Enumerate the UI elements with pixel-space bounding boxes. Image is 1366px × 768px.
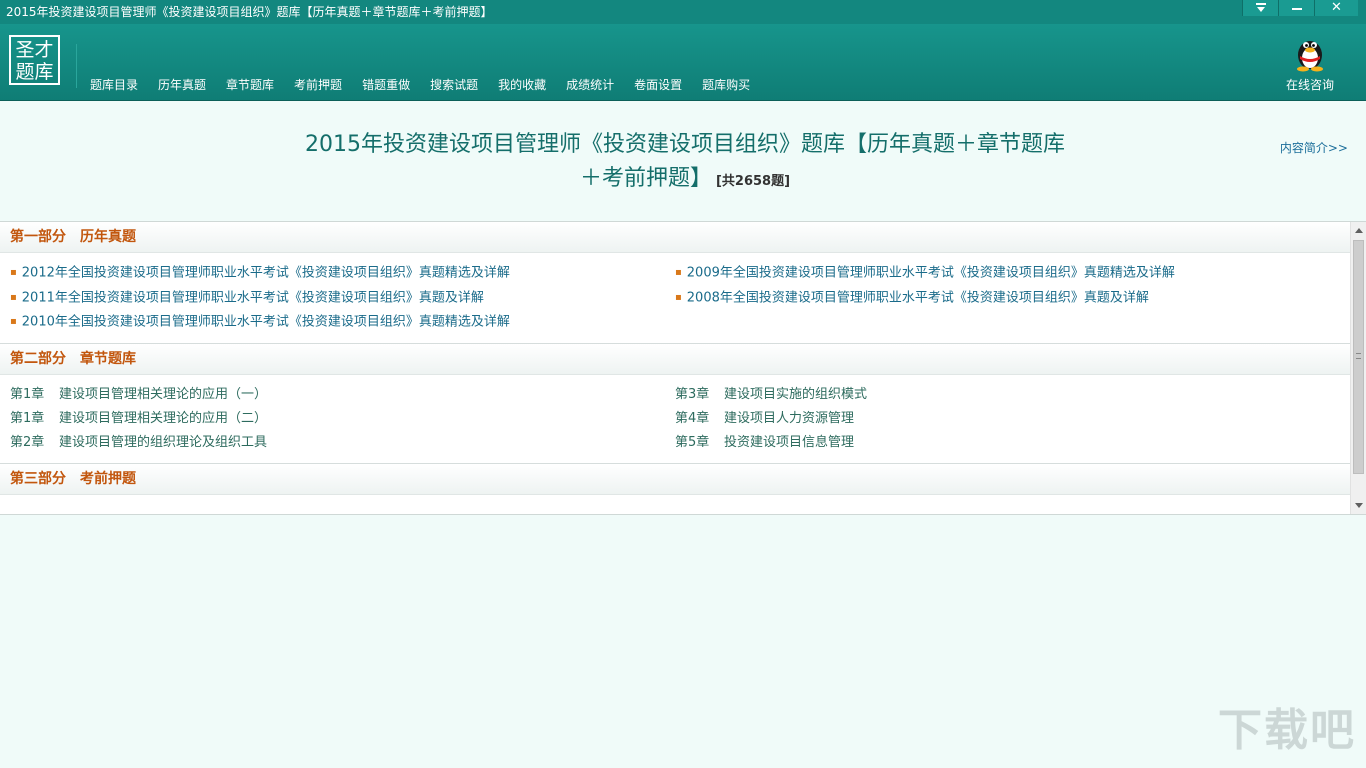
- minimize-button[interactable]: [1278, 0, 1314, 16]
- section-name: 历年真题: [80, 229, 136, 245]
- section-body-mock-exams: [0, 495, 1350, 507]
- scroll-down-arrow-icon[interactable]: [1355, 503, 1363, 508]
- nav-item-redo-errors[interactable]: 错题重做: [352, 74, 420, 95]
- app-logo: 圣才 题库: [9, 35, 60, 85]
- window-titlebar: 2015年投资建设项目管理师《投资建设项目组织》题库【历年真题＋章节题库＋考前押…: [0, 0, 1366, 24]
- scrollbar-thumb[interactable]: [1353, 240, 1364, 474]
- nav-item-chapter-bank[interactable]: 章节题库: [216, 74, 284, 95]
- content-intro-link[interactable]: 内容简介>>: [1280, 139, 1348, 156]
- section-name: 考前押题: [80, 470, 136, 487]
- logo-line1: 圣才: [15, 39, 54, 61]
- window-controls: ✕: [1242, 0, 1358, 16]
- nav-item-past-exams[interactable]: 历年真题: [148, 74, 216, 95]
- close-icon: ✕: [1331, 0, 1342, 15]
- section-heading-mock-exams[interactable]: 第三部分 考前押题: [0, 463, 1350, 495]
- nav-item-mock-exams[interactable]: 考前押题: [284, 74, 352, 95]
- qq-penguin-icon: [1293, 32, 1327, 72]
- chapter-title: 建设项目管理的组织理论及组织工具: [59, 434, 268, 450]
- section-part: 第三部分: [10, 470, 66, 487]
- chapter-item[interactable]: 第3章 建设项目实施的组织模式: [665, 385, 1350, 405]
- list-item[interactable]: ▪ 2009年全国投资建设项目管理师职业水平考试《投资建设项目组织》真题精选及详解: [665, 263, 1350, 284]
- nav-item-page-settings[interactable]: 卷面设置: [624, 74, 692, 95]
- chapter-title: 投资建设项目信息管理: [724, 434, 855, 450]
- question-count: [共2658题]: [715, 174, 791, 189]
- section-body-chapter-bank: 第1章 建设项目管理相关理论的应用（一） 第3章 建设项目实施的组织模式 第1章 建设…: [0, 375, 1350, 464]
- scroll-up-arrow-icon[interactable]: [1355, 228, 1363, 233]
- nav-item-score-stats[interactable]: 成绩统计: [556, 74, 624, 95]
- bullet-icon: ▪: [675, 291, 682, 303]
- section-part: 第一部分: [10, 229, 66, 245]
- chapter-number: 第2章: [10, 434, 45, 450]
- grip-icon: [1356, 353, 1361, 359]
- chapter-number: 第5章: [675, 434, 710, 450]
- chapter-number: 第3章: [675, 386, 710, 402]
- chapter-title: 建设项目管理相关理论的应用（二）: [59, 410, 268, 426]
- minimize-icon: [1291, 8, 1302, 10]
- list-item-label: 2011年全国投资建设项目管理师职业水平考试《投资建设项目组织》真题及详解: [21, 290, 484, 305]
- section-name: 章节题库: [80, 350, 136, 367]
- bullet-icon: ▪: [10, 267, 17, 278]
- app-header: 圣才 题库 题库目录 历年真题 章节题库 考前押题 错题重做 搜索试题 我的收藏…: [0, 24, 1366, 101]
- window-title: 2015年投资建设项目管理师《投资建设项目组织》题库【历年真题＋章节题库＋考前押…: [6, 5, 493, 19]
- catalog-list: 第一部分 历年真题 ▪ 2012年全国投资建设项目管理师职业水平考试《投资建设项目组…: [0, 222, 1350, 507]
- chapter-title: 建设项目实施的组织模式: [724, 386, 868, 402]
- chapter-item[interactable]: 第1章 建设项目管理相关理论的应用（二）: [0, 409, 665, 429]
- book-title-line2: ＋考前押题】: [579, 166, 712, 191]
- chapter-item[interactable]: 第1章 建设项目管理相关理论的应用（一）: [0, 385, 665, 405]
- chapter-number: 第1章: [10, 386, 45, 402]
- chapter-title: 建设项目管理相关理论的应用（一）: [59, 386, 268, 402]
- nav-item-catalog[interactable]: 题库目录: [80, 74, 148, 95]
- chapter-item[interactable]: 第2章 建设项目管理的组织理论及组织工具: [0, 433, 665, 453]
- list-item[interactable]: ▪ 2012年全国投资建设项目管理师职业水平考试《投资建设项目组织》真题精选及详解: [0, 263, 665, 284]
- book-title: 2015年投资建设项目管理师《投资建设项目组织》题库【历年真题＋章节题库 ＋考前…: [290, 128, 1080, 199]
- logo-line2: 题库: [15, 61, 54, 83]
- bullet-icon: ▪: [675, 267, 682, 278]
- close-button[interactable]: ✕: [1314, 0, 1358, 16]
- header-divider: [76, 44, 77, 88]
- nav-item-search[interactable]: 搜索试题: [420, 74, 488, 95]
- download-arrow-icon: [1255, 3, 1266, 13]
- list-item-label: 2012年全国投资建设项目管理师职业水平考试《投资建设项目组织》真题精选及详解: [21, 265, 510, 281]
- list-item-label: 2009年全国投资建设项目管理师职业水平考试《投资建设项目组织》真题精选及详解: [686, 265, 1175, 281]
- chapter-title: 建设项目人力资源管理: [724, 410, 855, 426]
- list-item[interactable]: ▪ 2011年全国投资建设项目管理师职业水平考试《投资建设项目组织》真题及详解: [0, 288, 665, 309]
- section-part: 第二部分: [10, 350, 66, 367]
- book-title-line1: 2015年投资建设项目管理师《投资建设项目组织》题库【历年真题＋章节题库: [305, 132, 1065, 157]
- online-consult-button[interactable]: 在线咨询: [1284, 32, 1336, 93]
- bullet-icon: ▪: [10, 291, 17, 303]
- chapter-item[interactable]: 第4章 建设项目人力资源管理: [665, 409, 1350, 429]
- list-item-label: 2010年全国投资建设项目管理师职业水平考试《投资建设项目组织》真题精选及详解: [21, 314, 510, 330]
- watermark: 下载吧: [1218, 705, 1356, 756]
- chapter-item[interactable]: 第5章 投资建设项目信息管理: [665, 433, 1350, 453]
- list-item-label: 2008年全国投资建设项目管理师职业水平考试《投资建设项目组织》真题及详解: [686, 290, 1149, 305]
- section-heading-chapter-bank[interactable]: 第二部分 章节题库: [0, 343, 1350, 375]
- consult-label: 在线咨询: [1285, 78, 1334, 92]
- chapter-number: 第1章: [10, 410, 45, 426]
- nav-item-purchase[interactable]: 题库购买: [692, 74, 760, 95]
- vertical-scrollbar[interactable]: [1350, 222, 1366, 514]
- list-item[interactable]: ▪ 2008年全国投资建设项目管理师职业水平考试《投资建设项目组织》真题及详解: [665, 288, 1350, 309]
- catalog-panel: 第一部分 历年真题 ▪ 2012年全国投资建设项目管理师职业水平考试《投资建设项目组…: [0, 221, 1366, 515]
- section-heading-past-exams[interactable]: 第一部分 历年真题: [0, 222, 1350, 253]
- chapter-number: 第4章: [675, 410, 710, 426]
- section-body-past-exams: ▪ 2012年全国投资建设项目管理师职业水平考试《投资建设项目组织》真题精选及详解…: [0, 253, 1350, 344]
- book-title-line2-wrap: ＋考前押题】 [共2658题]: [290, 162, 1080, 199]
- bullet-icon: ▪: [10, 316, 17, 327]
- list-item[interactable]: ▪ 2010年全国投资建设项目管理师职业水平考试《投资建设项目组织》真题精选及详解: [0, 312, 665, 333]
- main-nav: 题库目录 历年真题 章节题库 考前押题 错题重做 搜索试题 我的收藏 成绩统计 …: [80, 74, 760, 95]
- nav-item-favorites[interactable]: 我的收藏: [488, 74, 556, 95]
- dropdown-menu-button[interactable]: [1242, 0, 1278, 16]
